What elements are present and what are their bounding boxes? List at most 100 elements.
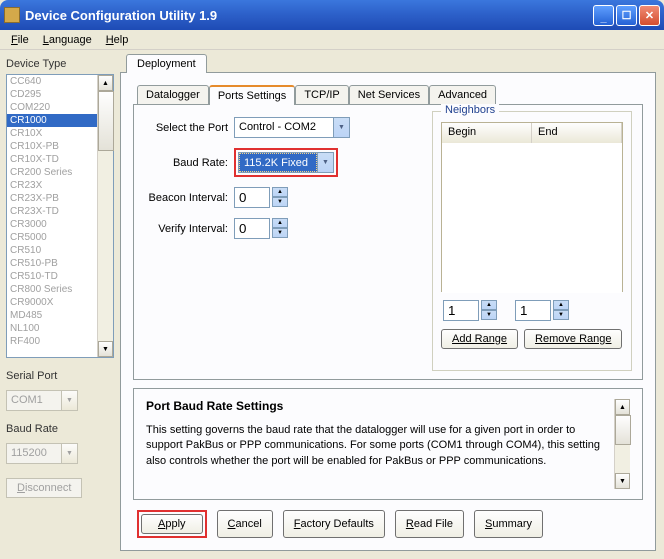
scroll-down-icon[interactable]: ▼ [98,341,113,357]
info-text: This setting governs the baud rate that … [146,423,606,469]
range-end-input[interactable] [515,300,551,321]
spin-up-icon[interactable]: ▲ [481,300,497,310]
device-type-list[interactable]: CC640CD295COM220CR1000CR10XCR10X-PBCR10X… [6,74,114,358]
maximize-button[interactable]: ☐ [616,5,637,26]
neighbors-legend: Neighbors [441,104,499,116]
chevron-down-icon[interactable]: ▼ [317,153,333,172]
device-item[interactable]: COM220 [7,101,97,114]
sub-tab-net-services[interactable]: Net Services [349,85,429,105]
disconnect-button: Disconnect [6,478,82,498]
tab-deployment[interactable]: Deployment [126,54,207,73]
device-item[interactable]: CR9000X [7,296,97,309]
apply-highlighted: Apply [137,510,207,538]
device-item[interactable]: RF400 [7,335,97,348]
device-item[interactable]: CR510 [7,244,97,257]
baud-rate-left-label: Baud Rate [6,423,114,435]
factory-defaults-button[interactable]: Factory Defaults [283,510,385,538]
device-item[interactable]: CR10X-TD [7,153,97,166]
range-begin-input[interactable] [443,300,479,321]
device-item[interactable]: CR23X-PB [7,192,97,205]
baud-rate-highlighted: 115.2K Fixed ▼ [234,148,338,177]
sub-tab-tcp-ip[interactable]: TCP/IP [295,85,348,105]
sub-tab-ports-settings[interactable]: Ports Settings [209,85,295,105]
sub-tab-datalogger[interactable]: Datalogger [137,85,209,105]
spin-up-icon[interactable]: ▲ [553,300,569,310]
info-panel: Port Baud Rate Settings This setting gov… [133,388,643,500]
sub-tab-advanced[interactable]: Advanced [429,85,496,105]
spin-down-icon[interactable]: ▼ [553,310,569,320]
spin-down-icon[interactable]: ▼ [272,197,288,207]
summary-button[interactable]: Summary [474,510,543,538]
baud-rate-left-value: 115200 [7,444,61,463]
neighbors-table: Begin End [441,122,623,292]
spin-down-icon[interactable]: ▼ [481,310,497,320]
spin-up-icon[interactable]: ▲ [272,218,288,228]
range-end-spinner[interactable]: ▲ ▼ [515,300,569,321]
serial-port-combo[interactable]: COM1 ▼ [6,390,78,411]
device-item[interactable]: CR510-PB [7,257,97,270]
apply-button[interactable]: Apply [141,514,203,534]
device-item[interactable]: CR5000 [7,231,97,244]
beacon-interval-spinner[interactable]: ▲ ▼ [234,187,288,208]
device-type-label: Device Type [6,58,114,70]
device-item[interactable]: CR510-TD [7,270,97,283]
scroll-thumb[interactable] [615,415,631,445]
info-scrollbar[interactable]: ▲ ▼ [614,399,630,489]
serial-port-value: COM1 [7,391,61,410]
menu-bar: File Language Help [0,30,664,50]
select-port-value: Control - COM2 [235,118,333,137]
beacon-interval-label: Beacon Interval: [142,192,234,204]
neighbors-table-body[interactable] [442,143,622,293]
device-list-scrollbar[interactable]: ▲ ▼ [97,75,113,357]
window-title: Device Configuration Utility 1.9 [25,8,593,23]
menu-help[interactable]: Help [99,32,136,48]
device-item[interactable]: CR200 Series [7,166,97,179]
column-end[interactable]: End [532,123,622,143]
menu-file[interactable]: File [4,32,36,48]
range-begin-spinner[interactable]: ▲ ▼ [443,300,497,321]
chevron-down-icon[interactable]: ▼ [333,118,349,137]
info-title: Port Baud Rate Settings [146,399,606,413]
read-file-button[interactable]: Read File [395,510,464,538]
cancel-button[interactable]: Cancel [217,510,273,538]
column-begin[interactable]: Begin [442,123,532,143]
app-icon [4,7,20,23]
baud-rate-left-combo[interactable]: 115200 ▼ [6,443,78,464]
device-item[interactable]: CR10X [7,127,97,140]
spin-down-icon[interactable]: ▼ [272,228,288,238]
device-item[interactable]: CC640 [7,75,97,88]
baud-rate-combo[interactable]: 115.2K Fixed ▼ [238,152,334,173]
device-item[interactable]: CR10X-PB [7,140,97,153]
scroll-up-icon[interactable]: ▲ [615,399,630,415]
verify-interval-input[interactable] [234,218,270,239]
chevron-down-icon[interactable]: ▼ [61,391,77,410]
serial-port-label: Serial Port [6,370,114,382]
scroll-down-icon[interactable]: ▼ [615,473,630,489]
close-button[interactable]: ✕ [639,5,660,26]
device-item[interactable]: CR800 Series [7,283,97,296]
minimize-button[interactable]: _ [593,5,614,26]
baud-rate-value: 115.2K Fixed [239,153,317,172]
verify-interval-spinner[interactable]: ▲ ▼ [234,218,288,239]
device-item[interactable]: NL100 [7,322,97,335]
device-item[interactable]: CR23X-TD [7,205,97,218]
device-item[interactable]: CR23X [7,179,97,192]
chevron-down-icon[interactable]: ▼ [61,444,77,463]
neighbors-fieldset: Neighbors Begin End ▲ ▼ [432,111,632,371]
device-item[interactable]: MD485 [7,309,97,322]
verify-interval-label: Verify Interval: [142,223,234,235]
select-port-label: Select the Port [142,122,234,134]
scroll-up-icon[interactable]: ▲ [98,75,113,91]
title-bar: Device Configuration Utility 1.9 _ ☐ ✕ [0,0,664,30]
select-port-combo[interactable]: Control - COM2 ▼ [234,117,350,138]
spin-up-icon[interactable]: ▲ [272,187,288,197]
beacon-interval-input[interactable] [234,187,270,208]
baud-rate-label: Baud Rate: [142,157,234,169]
device-item[interactable]: CR1000 [7,114,97,127]
remove-range-button[interactable]: Remove Range [524,329,622,349]
menu-language[interactable]: Language [36,32,99,48]
device-item[interactable]: CR3000 [7,218,97,231]
scroll-thumb[interactable] [98,91,114,151]
add-range-button[interactable]: Add Range [441,329,518,349]
device-item[interactable]: CD295 [7,88,97,101]
